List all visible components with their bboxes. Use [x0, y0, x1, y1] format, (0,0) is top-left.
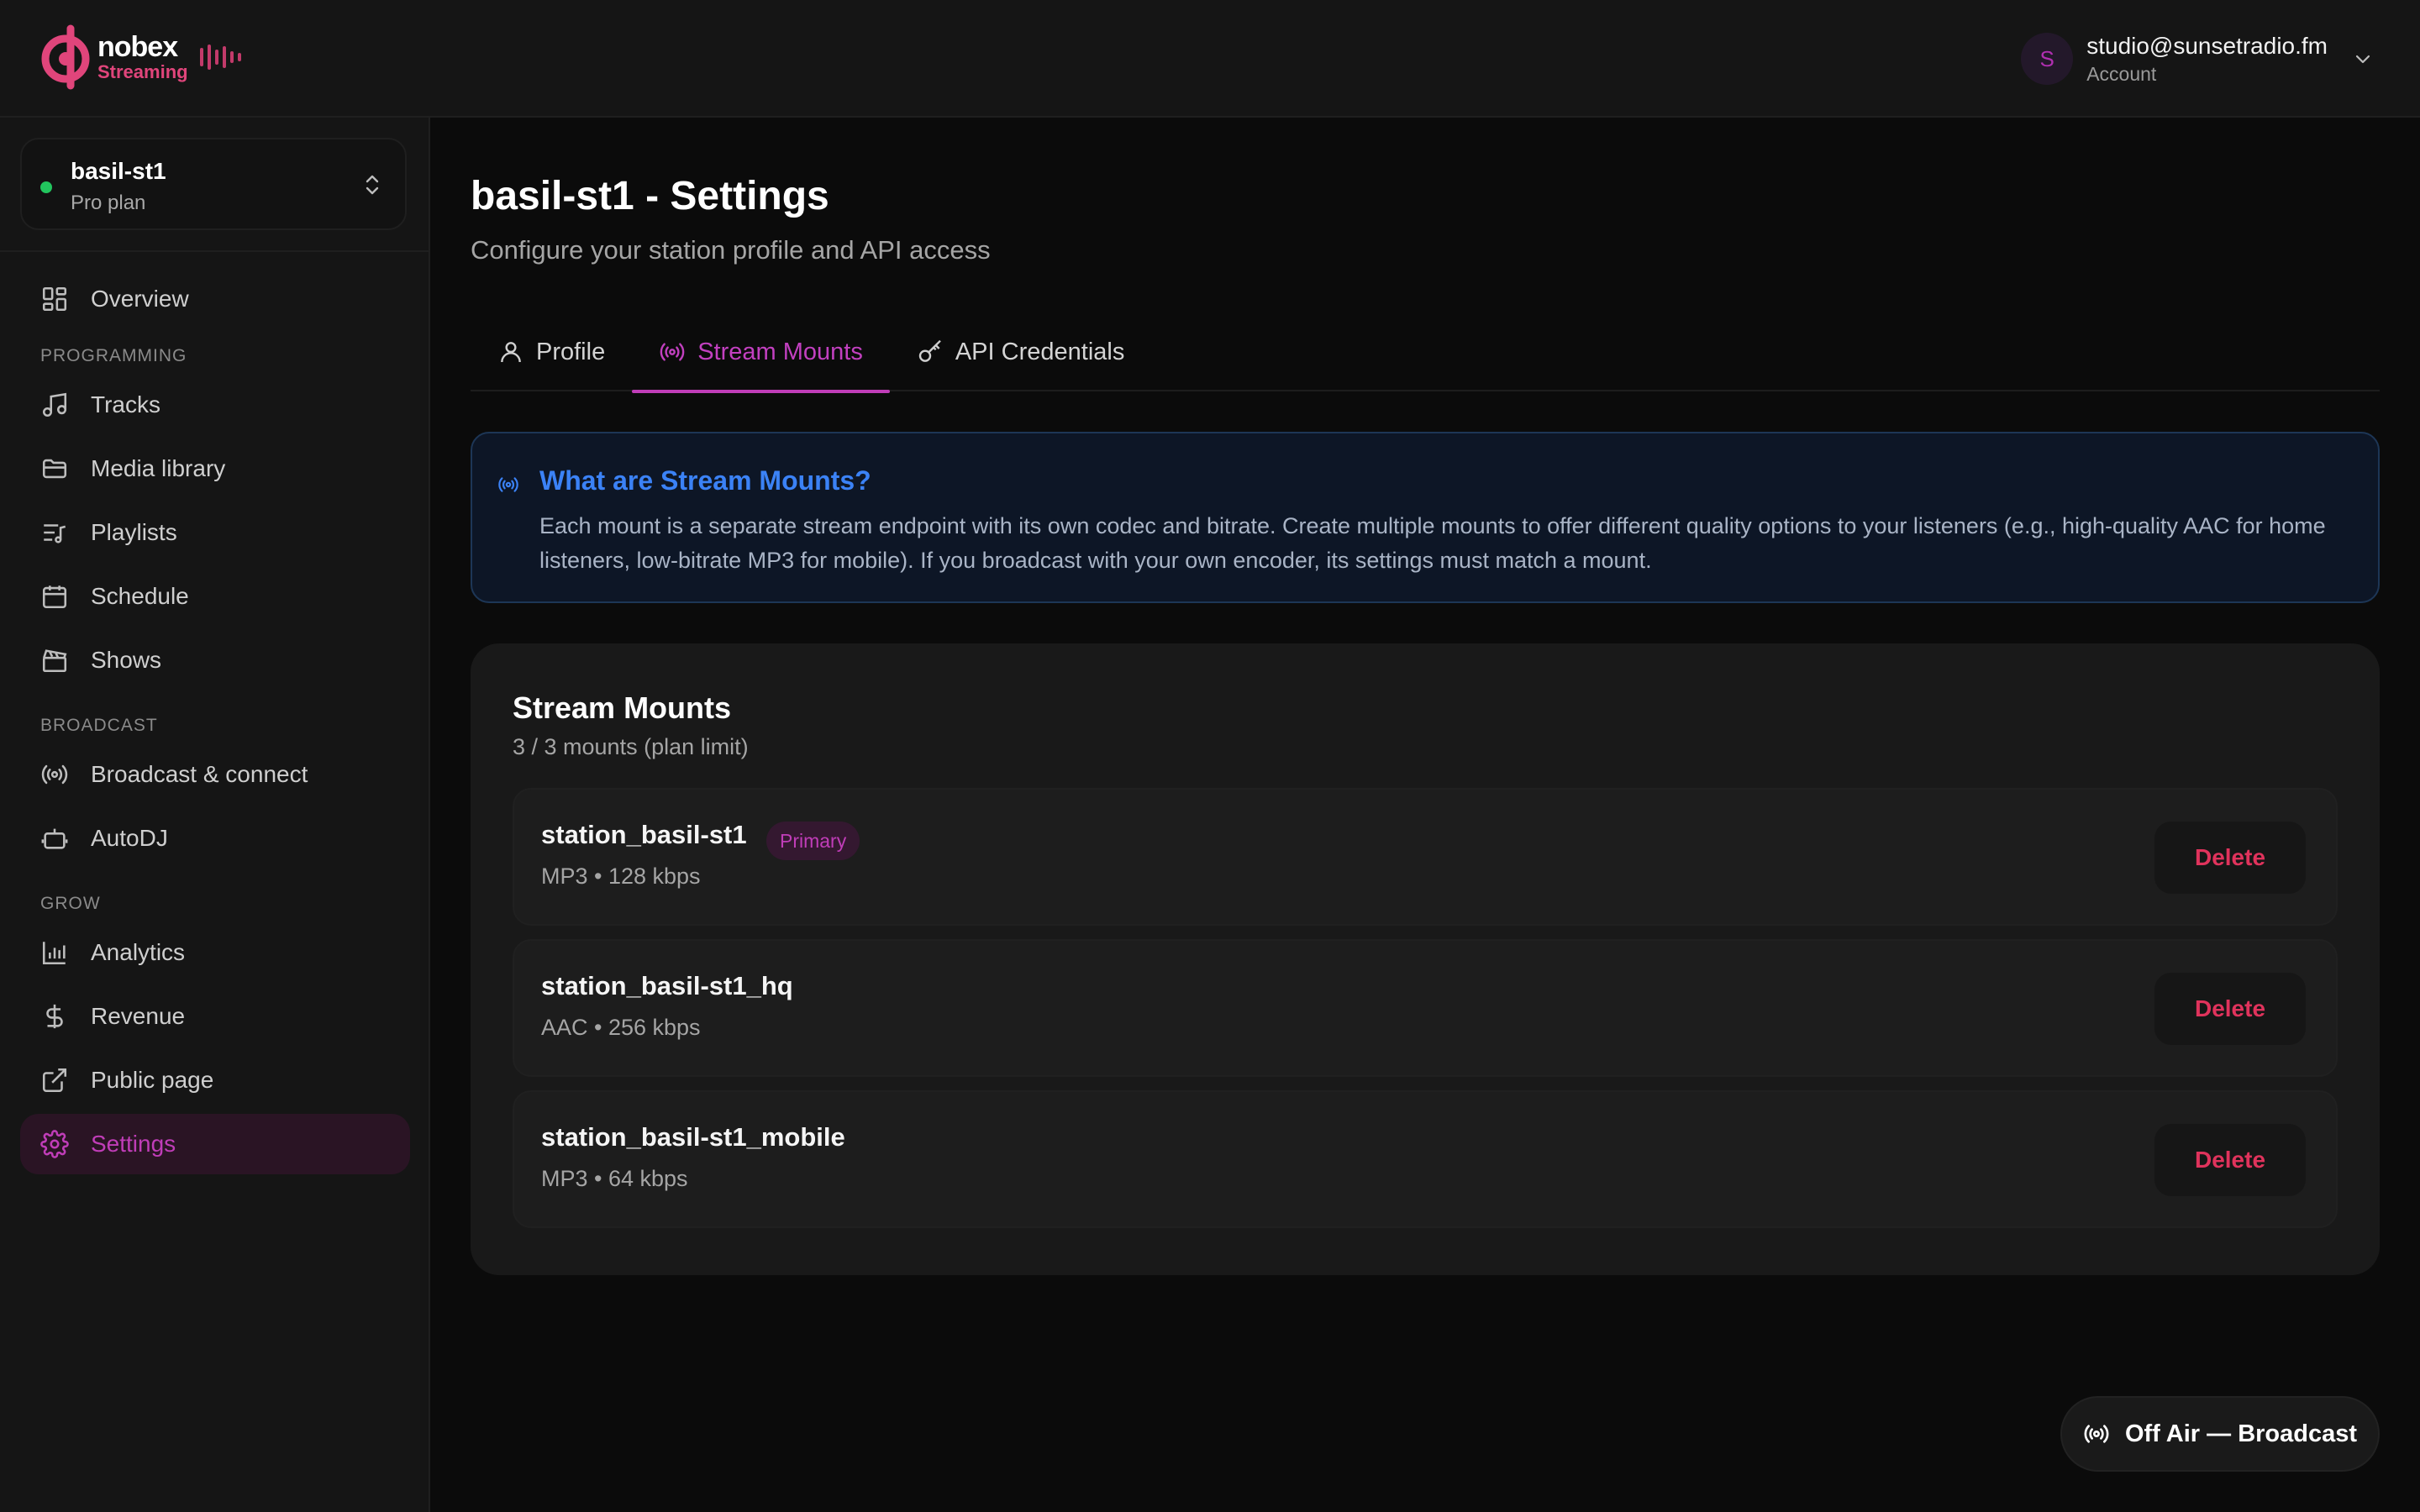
delete-button[interactable]: Delete [2154, 973, 2306, 1045]
broadcast-icon [41, 764, 68, 785]
stream-mounts-card: Stream Mounts 3 / 3 mounts (plan limit) … [471, 643, 2380, 1275]
section-label-grow: GROW [40, 894, 101, 913]
sidebar-item-media-library[interactable]: Media library [20, 438, 410, 499]
dollar-icon [46, 1004, 63, 1029]
page-subtitle: Configure your station profile and API a… [471, 235, 991, 265]
broadcast-label: Off Air — Broadcast [2124, 1420, 2358, 1447]
page-title: basil-st1 - Settings [471, 174, 829, 218]
sidebar-item-label: Tracks [91, 391, 160, 417]
equalizer-icon [199, 40, 241, 74]
mount-row: station_basil-st1_hq AAC • 256 kbps Dele… [513, 939, 2338, 1077]
top-bar: nobex Streaming S studio@sunsetradio.fm … [0, 0, 2420, 118]
music-note-icon [42, 392, 67, 417]
sidebar-item-label: Media library [91, 455, 226, 481]
bar-chart-icon [42, 942, 66, 965]
chevron-down-icon [2355, 55, 2370, 64]
grid-icon [42, 286, 67, 312]
account-email: studio@sunsetradio.fm [2086, 32, 2328, 59]
gear-icon [40, 1130, 69, 1158]
station-name: basil-st1 [71, 158, 166, 184]
mount-row: station_basil-st1 Primary MP3 • 128 kbps… [513, 788, 2338, 926]
logo-subtext: Streaming [97, 61, 188, 82]
tab-api-credentials[interactable]: API Credentials [890, 312, 1152, 391]
sidebar-item-schedule[interactable]: Schedule [20, 566, 410, 627]
info-text: Each mount is a separate stream endpoint… [539, 513, 2326, 573]
sidebar-item-label: Playlists [91, 519, 177, 545]
mount-format: MP3 • 64 kbps [541, 1166, 688, 1191]
mount-row: station_basil-st1_mobile MP3 • 64 kbps D… [513, 1090, 2338, 1228]
mount-format: AAC • 256 kbps [541, 1015, 701, 1040]
sidebar-item-broadcast-connect[interactable]: Broadcast & connect [20, 744, 410, 805]
settings-tabs: Profile Stream Mounts API Credentials [471, 312, 2380, 393]
sidebar-item-autodj[interactable]: AutoDJ [20, 808, 410, 869]
broadcast-toggle-button[interactable]: Off Air — Broadcast [2060, 1396, 2380, 1472]
status-dot [40, 181, 52, 193]
mount-name: station_basil-st1 [541, 820, 747, 849]
user-icon [501, 342, 521, 363]
mount-count: 3 / 3 mounts (plan limit) [513, 734, 749, 759]
tab-label: Stream Mounts [697, 338, 863, 365]
sidebar-item-tracks[interactable]: Tracks [20, 375, 410, 435]
sidebar: basil-st1 Pro plan Overview PROGRAMMING … [0, 118, 430, 1512]
mount-name: station_basil-st1_mobile [541, 1122, 845, 1152]
sidebar-item-label: Broadcast & connect [91, 761, 308, 787]
delete-button[interactable]: Delete [2154, 822, 2306, 894]
calendar-icon [42, 585, 67, 609]
section-label-programming: PROGRAMMING [40, 346, 187, 365]
robot-icon [41, 828, 68, 849]
broadcast-icon [660, 343, 685, 361]
chevron-up-down-icon [366, 175, 379, 195]
mount-name: station_basil-st1_hq [541, 971, 793, 1000]
clapperboard-icon [42, 649, 67, 673]
external-link-icon [42, 1068, 67, 1093]
delete-button[interactable]: Delete [2154, 1124, 2306, 1196]
tab-label: Profile [536, 338, 606, 365]
sidebar-item-label: Revenue [91, 1003, 186, 1029]
sidebar-item-label: Public page [91, 1067, 214, 1093]
sidebar-item-settings[interactable]: Settings [20, 1114, 410, 1174]
sidebar-nav: Overview PROGRAMMING Tracks Media librar… [20, 269, 410, 1178]
sidebar-item-overview[interactable]: Overview [20, 269, 410, 329]
sidebar-item-label: Analytics [91, 939, 186, 965]
sidebar-item-label: Schedule [91, 583, 189, 609]
primary-badge: Primary [766, 822, 860, 860]
card-title: Stream Mounts [513, 690, 732, 725]
account-menu[interactable]: S studio@sunsetradio.fm Account [2021, 30, 2373, 87]
broadcast-icon [498, 477, 518, 492]
folder-icon [42, 459, 67, 479]
account-label: Account [2086, 62, 2157, 85]
sidebar-item-label: Overview [91, 286, 189, 312]
tab-profile[interactable]: Profile [471, 312, 632, 391]
logo[interactable]: nobex Streaming [40, 24, 241, 91]
sidebar-item-public-page[interactable]: Public page [20, 1050, 410, 1110]
tab-stream-mounts[interactable]: Stream Mounts [632, 312, 890, 393]
sidebar-item-playlists[interactable]: Playlists [20, 502, 410, 563]
sidebar-item-revenue[interactable]: Revenue [20, 986, 410, 1047]
key-icon [918, 339, 941, 362]
sidebar-divider [0, 250, 429, 252]
mount-format: MP3 • 128 kbps [541, 864, 701, 889]
sidebar-item-analytics[interactable]: Analytics [20, 922, 410, 983]
sidebar-item-label: Shows [91, 647, 162, 673]
sidebar-item-label: Settings [91, 1131, 176, 1157]
sidebar-item-shows[interactable]: Shows [20, 630, 410, 690]
info-callout: What are Stream Mounts? Each mount is a … [471, 432, 2380, 603]
logo-text: nobex [97, 31, 178, 63]
info-title: What are Stream Mounts? [539, 465, 871, 496]
tab-label: API Credentials [955, 338, 1125, 365]
broadcast-icon [2084, 1425, 2109, 1443]
station-switcher[interactable]: basil-st1 Pro plan [20, 138, 407, 230]
avatar: S [2021, 33, 2074, 85]
section-label-broadcast: BROADCAST [40, 716, 158, 735]
logo-mark-icon [40, 24, 94, 91]
playlist-icon [44, 524, 66, 543]
sidebar-item-label: AutoDJ [91, 825, 168, 851]
station-plan: Pro plan [71, 192, 146, 214]
